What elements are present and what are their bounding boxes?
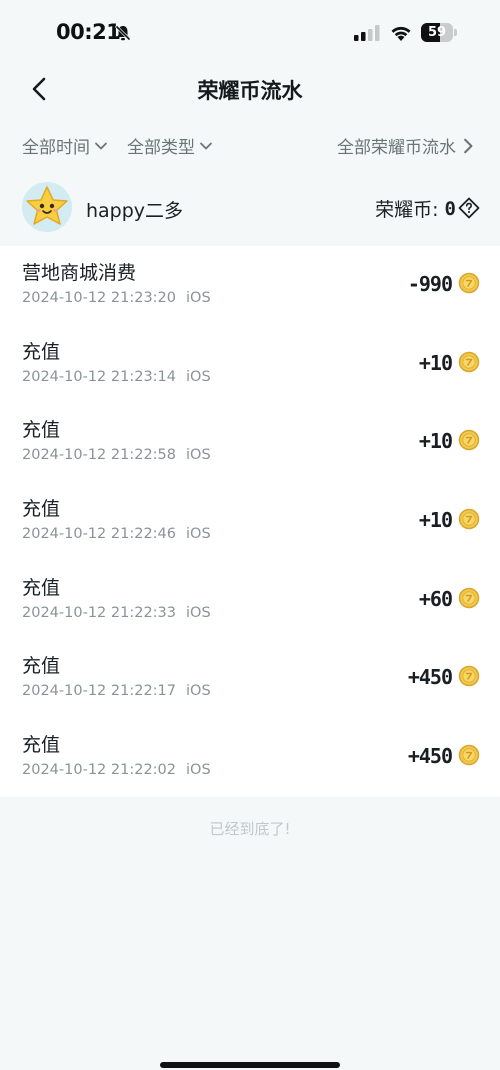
transaction-platform: iOS <box>186 762 211 779</box>
transaction-platform: iOS <box>186 447 211 464</box>
transaction-platform: iOS <box>186 290 211 306</box>
transaction-meta: 2024-10-12 21:23:14 iOS <box>22 369 211 385</box>
transaction-title: 充值 <box>22 419 61 442</box>
transaction-datetime: 2024-10-12 21:22:02 <box>22 762 176 779</box>
back-button[interactable] <box>26 72 56 106</box>
transaction-row[interactable]: 充值 2024-10-12 21:22:02 iOS +450 <box>0 718 500 797</box>
transaction-meta: 2024-10-12 21:22:17 iOS <box>22 683 211 699</box>
balance-label: 荣耀币: <box>375 199 439 221</box>
transaction-amount: -990 <box>407 272 453 296</box>
transaction-amount: +60 <box>418 586 453 611</box>
status-time: 00:21 <box>56 20 121 44</box>
coin-icon <box>458 430 480 451</box>
page-title: 荣耀币流水 <box>197 79 303 103</box>
transaction-title: 充值 <box>22 655 61 678</box>
transaction-amount: +450 <box>407 665 453 690</box>
filter-time-label: 全部时间 <box>22 138 90 158</box>
transaction-meta: 2024-10-12 21:22:58 iOS <box>22 447 211 463</box>
all-flow-link[interactable]: 全部荣耀币流水 <box>337 133 476 158</box>
transaction-row[interactable]: 营地商城消费 2024-10-12 21:23:20 iOS -990 <box>0 246 500 325</box>
transaction-datetime: 2024-10-12 21:22:58 <box>22 447 176 464</box>
signal-icon <box>354 25 380 41</box>
transaction-row[interactable]: 充值 2024-10-12 21:22:58 iOS +10 <box>0 403 500 482</box>
help-diamond-icon[interactable] <box>458 197 480 219</box>
transaction-datetime: 2024-10-12 21:22:17 <box>22 683 176 700</box>
star-avatar[interactable] <box>22 182 72 232</box>
filter-type-dropdown[interactable]: 全部类型 <box>127 133 213 158</box>
filter-bar: 全部时间 全部类型 全部荣耀币流水 <box>0 130 500 162</box>
battery-tip <box>454 29 457 36</box>
end-of-list-text: 已经到底了! <box>209 820 291 838</box>
home-indicator <box>160 1062 340 1068</box>
username: happy二多 <box>86 200 184 222</box>
coin-icon <box>458 272 480 294</box>
transaction-title: 充值 <box>22 498 61 521</box>
filter-time-dropdown[interactable]: 全部时间 <box>22 133 108 158</box>
balance-value: 0 <box>444 197 456 220</box>
transaction-meta: 2024-10-12 21:22:46 iOS <box>22 526 211 542</box>
coin-icon <box>458 666 480 687</box>
coin-icon <box>458 587 480 608</box>
user-summary: happy二多 荣耀币: 0 <box>0 178 500 242</box>
transaction-title: 营地商城消费 <box>22 262 137 284</box>
chevron-down-icon <box>95 142 107 149</box>
transaction-row[interactable]: 充值 2024-10-12 21:22:33 iOS +60 <box>0 561 500 640</box>
transaction-title: 充值 <box>22 340 61 363</box>
transaction-amount: +10 <box>418 508 453 533</box>
transaction-row[interactable]: 充值 2024-10-12 21:23:14 iOS +10 <box>0 325 500 404</box>
transaction-title: 充值 <box>22 576 61 599</box>
coin-icon <box>458 744 480 766</box>
transaction-platform: iOS <box>186 526 211 543</box>
transaction-row[interactable]: 充值 2024-10-12 21:22:46 iOS +10 <box>0 482 500 561</box>
coin-icon <box>458 508 480 530</box>
transaction-row[interactable]: 充值 2024-10-12 21:22:17 iOS +450 <box>0 639 500 718</box>
transaction-title: 充值 <box>22 734 61 757</box>
chevron-right-icon <box>464 138 473 153</box>
battery-icon: 59 <box>421 23 457 42</box>
all-flow-label: 全部荣耀币流水 <box>337 138 456 158</box>
transaction-amount: +10 <box>418 429 453 454</box>
transaction-platform: iOS <box>186 368 211 385</box>
transaction-meta: 2024-10-12 21:22:02 iOS <box>22 762 211 778</box>
coin-icon <box>458 351 480 372</box>
status-bar: 00:21 59 <box>0 0 500 62</box>
transaction-platform: iOS <box>186 683 211 700</box>
battery-body: 59 <box>421 23 453 42</box>
transaction-list: 营地商城消费 2024-10-12 21:23:20 iOS -990 充值 2024-1… <box>0 246 500 797</box>
chevron-down-icon <box>200 142 212 149</box>
coin-balance: 荣耀币: 0 <box>375 195 456 222</box>
transaction-datetime: 2024-10-12 21:22:46 <box>22 526 176 543</box>
transaction-amount: +450 <box>407 744 453 769</box>
filter-type-label: 全部类型 <box>127 138 195 158</box>
transaction-meta: 2024-10-12 21:23:20 iOS <box>22 290 211 306</box>
transaction-datetime: 2024-10-12 21:22:33 <box>22 604 176 621</box>
nav-bar: 荣耀币流水 <box>0 62 500 118</box>
wifi-icon <box>391 26 411 41</box>
transaction-amount: +10 <box>418 350 453 375</box>
transaction-platform: iOS <box>186 604 211 621</box>
bell-off-icon <box>114 24 132 42</box>
transaction-datetime: 2024-10-12 21:23:20 <box>22 290 176 306</box>
transaction-datetime: 2024-10-12 21:23:14 <box>22 368 176 385</box>
transaction-meta: 2024-10-12 21:22:33 iOS <box>22 605 211 621</box>
battery-level: 59 <box>427 25 447 40</box>
